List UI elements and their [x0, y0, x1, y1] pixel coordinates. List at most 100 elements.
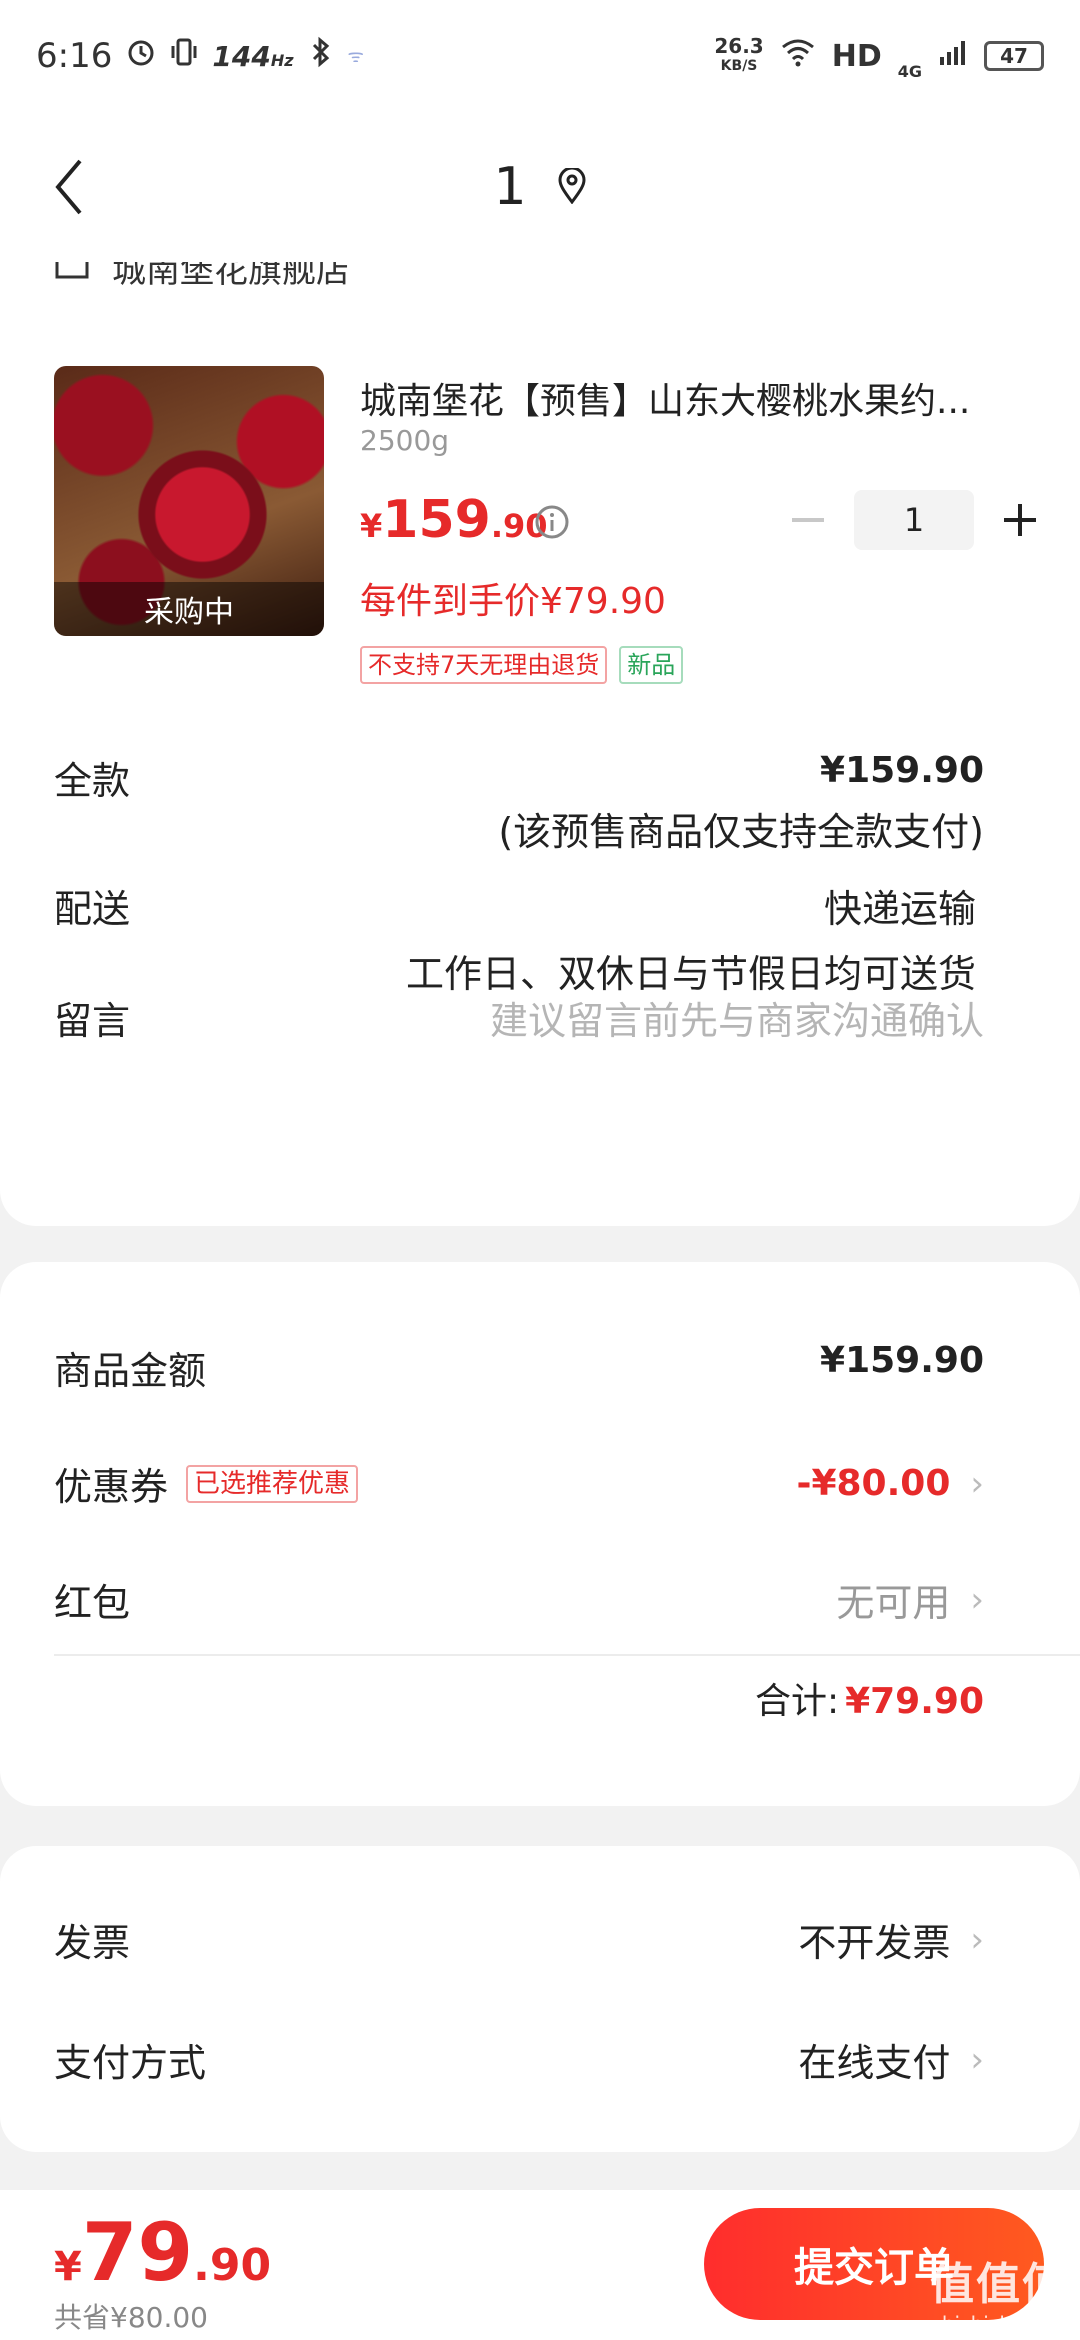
payment-method-right: 在线支付 › — [798, 2032, 984, 2087]
decrease-quantity-button[interactable] — [780, 492, 836, 548]
order-item-card: 城南堡花旗舰店 采购中 城南堡花【预售】山东大樱桃水果约... 2500g ¥ … — [0, 262, 1080, 1226]
bluetooth-icon — [308, 36, 334, 77]
payment-type-values: ¥159.90 (该预售商品仅支持全款支付) — [498, 750, 984, 856]
net-speed-unit: KB/S — [720, 58, 758, 74]
payment-method-value: 在线支付 — [798, 2041, 951, 2085]
chevron-right-icon: › — [970, 1463, 984, 1504]
price-integer: 159 — [382, 490, 491, 550]
total-value: ¥79.90 — [845, 1681, 984, 1722]
final-price: 每件到手价¥79.90 — [360, 581, 666, 622]
delivery-method: 快递运输 — [823, 887, 976, 931]
product-title[interactable]: 城南堡花【预售】山东大樱桃水果约... — [360, 372, 1020, 424]
message-row: 留言 建议留言前先与商家沟通确认 — [54, 990, 984, 1045]
store-row[interactable]: 城南堡花旗舰店 — [54, 262, 350, 292]
payment-method-row[interactable]: 支付方式 在线支付 › — [54, 2032, 984, 2087]
plus-icon — [1004, 504, 1036, 536]
payment-type-value: ¥159.90 — [820, 750, 984, 791]
invoice-right: 不开发票 › — [798, 1912, 984, 1967]
coupon-recommend-tag: 已选推荐优惠 — [186, 1464, 359, 1503]
price-currency: ¥ — [360, 507, 383, 545]
red-packet-label: 红包 — [54, 1581, 131, 1625]
payment-type-label: 全款 — [54, 759, 131, 803]
nfc-icon: ᯤ — [347, 46, 364, 67]
status-right: 26.3 KB/S HD 4G 47 — [714, 32, 1044, 81]
status-bar: 6:16 144Hz ᯤ 26.3 KB/S HD 4G 47 — [0, 0, 1080, 112]
delivery-values: 快递运输 工作日、双休日与节假日均可送货 — [406, 878, 976, 998]
price-info-icon[interactable] — [534, 504, 570, 540]
product-price: ¥ 159 .90 — [360, 490, 548, 550]
chevron-right-icon: › — [970, 1579, 984, 1620]
product-spec: 2500g — [360, 424, 450, 457]
total-row: 合计: ¥79.90 — [755, 1672, 984, 1724]
nav-title: 1 — [493, 157, 586, 217]
coupon-row[interactable]: 优惠券 已选推荐优惠 -¥80.00 › — [54, 1456, 984, 1511]
net-speed: 26.3 KB/S — [714, 36, 763, 76]
invoice-row[interactable]: 发票 不开发票 › — [54, 1912, 984, 1967]
order-confirm-page: 6:16 144Hz ᯤ 26.3 KB/S HD 4G 47 1 城南堡花旗舰… — [0, 0, 1080, 2340]
goods-amount-row: 商品金额 ¥159.90 — [54, 1340, 984, 1395]
coupon-label: 优惠券 — [54, 1465, 169, 1509]
chevron-right-icon: › — [970, 1919, 984, 1960]
battery-icon: 47 — [984, 41, 1044, 71]
quantity-stepper: 1 — [780, 490, 1048, 550]
watermark-logo: 值值值 — [930, 2259, 1068, 2310]
red-packet-right: 无可用 › — [836, 1572, 984, 1627]
bottom-checkout-bar: ¥ 79 .90 共省¥80.00 提交订单 值值值 zhizhizhi.com — [0, 2190, 1080, 2340]
delivery-row[interactable]: 配送 快递运输 工作日、双休日与节假日均可送货 — [54, 878, 984, 998]
clock-time: 6:16 — [36, 36, 113, 76]
refresh-rate-unit: Hz — [270, 50, 294, 70]
payment-type-note: (该预售商品仅支持全款支付) — [498, 810, 984, 854]
increase-quantity-button[interactable] — [992, 492, 1048, 548]
total-label: 合计: — [754, 1681, 840, 1722]
coupon-right: -¥80.00 › — [797, 1456, 984, 1511]
bottom-price-currency: ¥ — [54, 2244, 82, 2290]
delivery-label: 配送 — [54, 887, 131, 931]
summary-divider — [54, 1654, 1080, 1656]
watermark: 值值值 zhizhizhi.com — [930, 2248, 1068, 2336]
chevron-right-icon: › — [970, 2039, 984, 2080]
invoice-label: 发票 — [54, 1921, 131, 1965]
product-tags: 不支持7天无理由退货 新品 — [360, 646, 684, 684]
vibrate-icon — [170, 36, 198, 76]
red-packet-row[interactable]: 红包 无可用 › — [54, 1572, 984, 1627]
network-type: 4G — [897, 61, 922, 81]
store-icon — [54, 262, 90, 292]
nav-header: 1 — [0, 112, 1080, 262]
bottom-price-decimal: .90 — [193, 2240, 272, 2291]
signal-icon — [938, 36, 968, 76]
invoice-payment-card — [0, 1846, 1080, 2152]
coupon-left: 优惠券 已选推荐优惠 — [54, 1456, 359, 1511]
status-left: 6:16 144Hz ᯤ — [36, 36, 364, 77]
bottom-price-integer: 79 — [81, 2206, 194, 2299]
product-image[interactable]: 采购中 — [54, 366, 324, 636]
battery-level: 47 — [1000, 44, 1028, 68]
watermark-url: zhizhizhi.com — [931, 2312, 1067, 2336]
chevron-left-icon — [55, 159, 82, 215]
bottom-saved-amount: 共省¥80.00 — [54, 2301, 208, 2334]
payment-type-row: 全款 ¥159.90 (该预售商品仅支持全款支付) — [54, 750, 984, 856]
goods-amount-value: ¥159.90 — [820, 1340, 984, 1381]
hd-indicator: HD — [831, 38, 882, 74]
payment-method-label: 支付方式 — [54, 2041, 207, 2085]
minus-icon — [792, 518, 824, 522]
quantity-value[interactable]: 1 — [854, 490, 974, 550]
wifi-icon — [780, 36, 816, 76]
location-pin-icon[interactable] — [557, 157, 587, 217]
nav-title-text: 1 — [493, 157, 527, 217]
message-label: 留言 — [54, 999, 131, 1043]
product-image-overlay: 采购中 — [54, 582, 324, 636]
net-speed-value: 26.3 — [714, 34, 764, 58]
back-button[interactable] — [52, 152, 112, 222]
store-name: 城南堡花旗舰店 — [112, 262, 350, 291]
bottom-total-price: ¥ 79 .90 — [54, 2206, 271, 2299]
refresh-rate: 144Hz — [212, 40, 293, 73]
red-packet-value: 无可用 — [836, 1581, 951, 1625]
coupon-value: -¥80.00 — [796, 1463, 951, 1504]
no-return-tag: 不支持7天无理由退货 — [360, 646, 608, 684]
invoice-value: 不开发票 — [798, 1921, 951, 1965]
alarm-icon — [126, 36, 156, 76]
message-input[interactable]: 建议留言前先与商家沟通确认 — [490, 990, 984, 1045]
new-product-tag: 新品 — [619, 646, 684, 684]
refresh-rate-value: 144 — [212, 39, 271, 73]
goods-amount-label: 商品金额 — [54, 1349, 207, 1393]
